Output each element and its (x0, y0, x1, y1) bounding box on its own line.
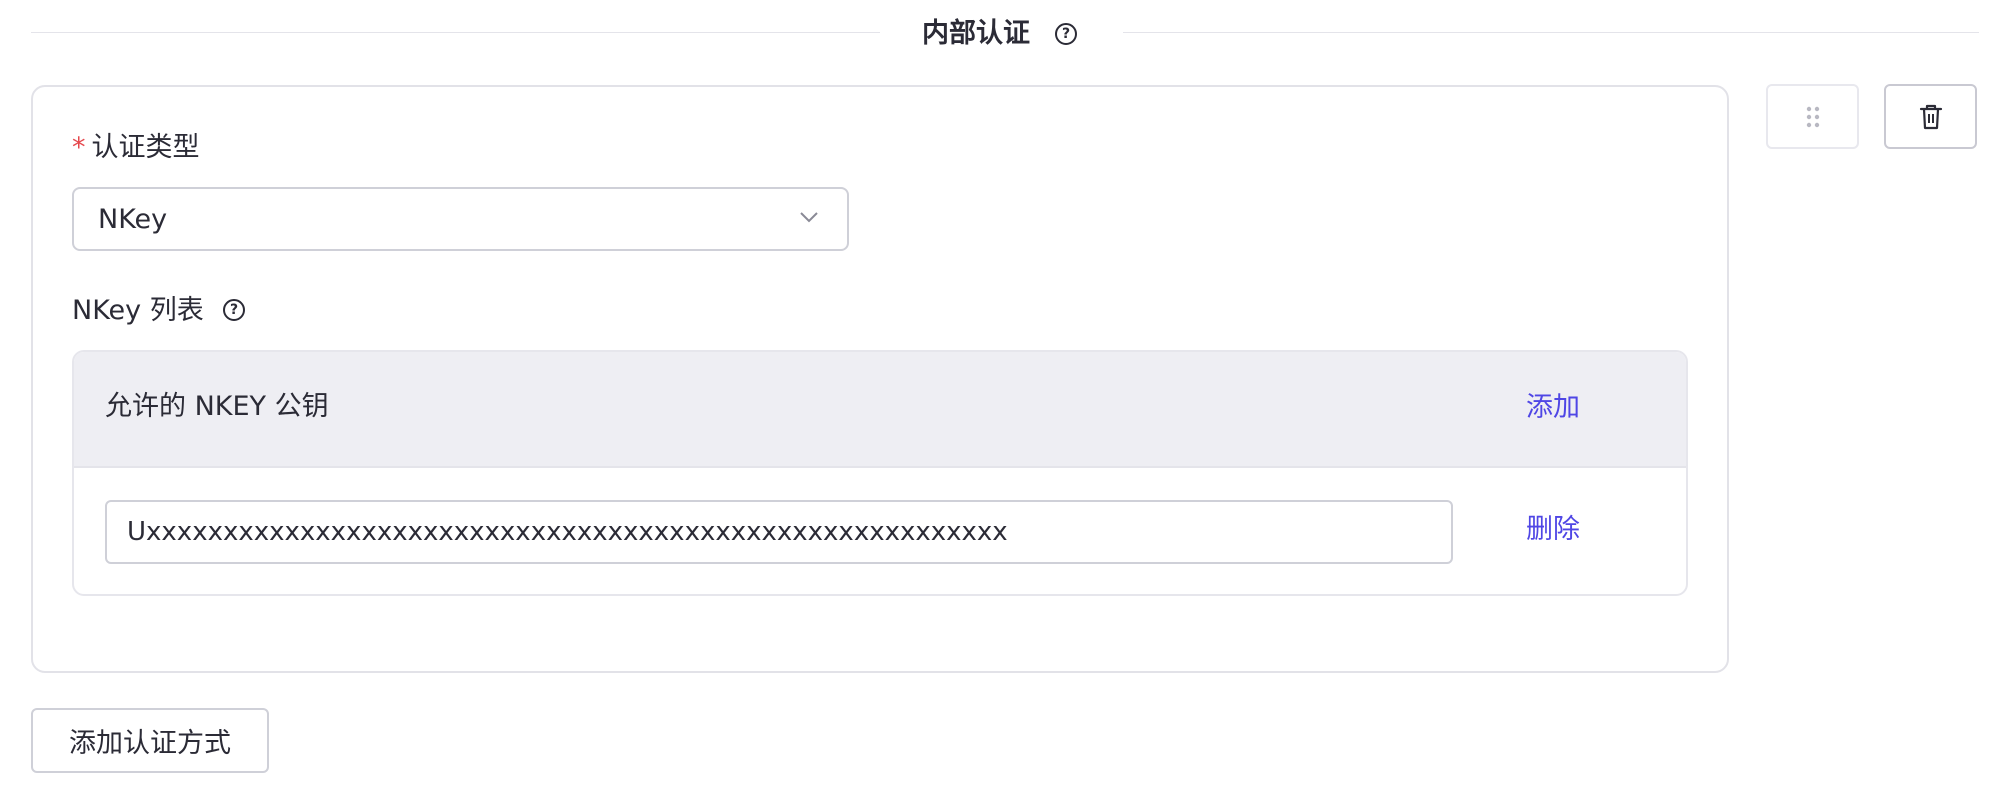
nkey-list-label: NKey 列表 (72, 295, 204, 326)
section-divider-left (31, 32, 880, 33)
section-divider-right (1123, 32, 1979, 33)
required-mark: * (72, 132, 86, 163)
drag-handle-button[interactable] (1766, 84, 1859, 149)
auth-type-selected-value: NKey (98, 204, 168, 235)
nkey-table-header: 允许的 NKEY 公钥 添加 (74, 352, 1686, 468)
nkey-table: 允许的 NKEY 公钥 添加 删除 (72, 350, 1688, 596)
add-nkey-link[interactable]: 添加 (1526, 390, 1580, 426)
auth-type-select[interactable]: NKey (72, 187, 849, 251)
nkey-public-key-input[interactable] (105, 500, 1453, 564)
trash-icon (1919, 104, 1942, 129)
auth-type-label: * 认证类型 (72, 130, 200, 166)
delete-card-button[interactable] (1884, 84, 1977, 149)
chevron-down-icon (800, 212, 818, 223)
auth-type-label-text: 认证类型 (91, 132, 200, 163)
auth-settings-page: 内部认证 ? * 认证类型 NKey NKey 列表 ? 允许的 NKEY 公钥 … (0, 0, 2008, 792)
question-circle-icon[interactable]: ? (1055, 23, 1077, 45)
section-title: 内部认证 (922, 18, 1030, 49)
drag-handle-icon (1806, 106, 1819, 127)
delete-nkey-link[interactable]: 删除 (1526, 512, 1580, 548)
question-circle-icon[interactable]: ? (223, 299, 245, 321)
nkey-table-header-title: 允许的 NKEY 公钥 (105, 391, 329, 422)
add-auth-method-button[interactable]: 添加认证方式 (31, 708, 269, 773)
